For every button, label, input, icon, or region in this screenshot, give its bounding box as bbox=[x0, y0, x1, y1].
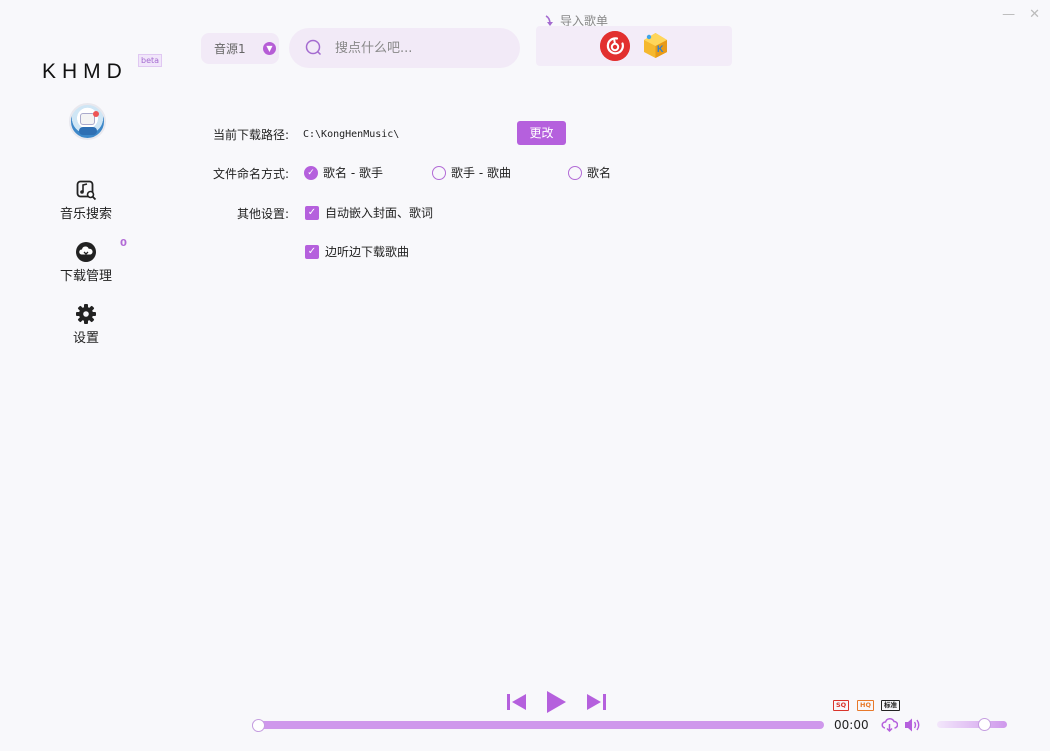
svg-text:K: K bbox=[657, 44, 664, 54]
radio-checked-icon: ✓ bbox=[304, 165, 318, 180]
volume-handle[interactable] bbox=[978, 718, 992, 731]
volume-slider[interactable] bbox=[937, 718, 1007, 731]
import-arrow-icon bbox=[545, 14, 553, 26]
progress-bar[interactable] bbox=[252, 718, 824, 732]
gear-icon bbox=[76, 304, 96, 324]
checkbox-label: 边听边下载歌曲 bbox=[325, 245, 410, 259]
checkbox-checked-icon: ✓ bbox=[305, 205, 319, 220]
radio-unchecked-icon bbox=[568, 165, 582, 180]
source-select[interactable]: 音源1 ▼ bbox=[201, 33, 279, 64]
avatar-art bbox=[79, 127, 97, 135]
naming-label: 文件命名方式: bbox=[212, 167, 289, 181]
naming-row: 文件命名方式: bbox=[210, 165, 289, 182]
quality-standard-badge[interactable]: 标准 bbox=[881, 700, 900, 711]
naming-option-label: 歌名 bbox=[587, 166, 612, 180]
previous-track-icon[interactable] bbox=[507, 693, 526, 711]
sidebar-item-label: 设置 bbox=[72, 331, 99, 346]
embed-cover-lyrics-checkbox[interactable]: ✓ 自动嵌入封面、歌词 bbox=[305, 204, 433, 221]
sidebar-item-label: 下载管理 bbox=[59, 269, 112, 284]
version-badge: beta bbox=[138, 54, 163, 67]
source-select-value: 音源1 bbox=[214, 42, 246, 56]
other-settings-row: 其他设置: bbox=[210, 205, 289, 222]
avatar-art bbox=[93, 111, 99, 117]
download-cloud-icon[interactable] bbox=[881, 717, 898, 733]
progress-handle[interactable] bbox=[252, 718, 265, 732]
checkbox-checked-icon: ✓ bbox=[305, 244, 319, 259]
download-count-badge: 0 bbox=[120, 238, 127, 249]
naming-option-0[interactable]: ✓ 歌名 - 歌手 bbox=[304, 164, 383, 181]
download-while-listening-checkbox[interactable]: ✓ 边听边下载歌曲 bbox=[305, 243, 409, 260]
minimize-button[interactable]: — bbox=[1002, 8, 1015, 22]
next-track-icon[interactable] bbox=[587, 693, 606, 711]
kugou-icon[interactable]: K bbox=[642, 32, 669, 59]
naming-option-1[interactable]: 歌手 - 歌曲 bbox=[432, 164, 511, 181]
change-path-button[interactable]: 更改 bbox=[517, 121, 566, 145]
download-cloud-icon bbox=[76, 242, 96, 262]
search-input[interactable] bbox=[335, 40, 505, 56]
close-button[interactable]: ✕ bbox=[1029, 8, 1040, 22]
playback-time: 00:00 bbox=[834, 718, 869, 732]
naming-option-label: 歌名 - 歌手 bbox=[323, 166, 383, 180]
netease-cloud-music-icon[interactable] bbox=[600, 31, 630, 61]
import-platforms-panel bbox=[536, 26, 732, 66]
sidebar-item-music-search[interactable]: 音乐搜索 bbox=[46, 179, 126, 222]
sidebar-item-label: 音乐搜索 bbox=[59, 207, 112, 222]
download-path-value: C:\KongHenMusic\ bbox=[303, 129, 400, 140]
music-search-icon bbox=[76, 180, 97, 201]
search-icon[interactable] bbox=[305, 39, 323, 57]
chevron-down-icon: ▼ bbox=[263, 42, 276, 55]
avatar[interactable] bbox=[69, 103, 106, 140]
download-path-row: 当前下载路径: C:\KongHenMusic\ bbox=[210, 126, 503, 143]
window-controls: — ✕ bbox=[1002, 8, 1040, 22]
play-icon[interactable] bbox=[546, 690, 567, 714]
naming-option-label: 歌手 - 歌曲 bbox=[451, 166, 511, 180]
download-path-label: 当前下载路径: bbox=[212, 128, 289, 142]
other-settings-label: 其他设置: bbox=[236, 207, 289, 221]
volume-icon[interactable] bbox=[904, 717, 922, 733]
quality-hq-badge[interactable]: HQ bbox=[857, 700, 874, 711]
search-bar bbox=[289, 28, 520, 68]
sidebar-item-settings[interactable]: 设置 bbox=[46, 303, 126, 346]
radio-unchecked-icon bbox=[432, 165, 446, 180]
naming-option-2[interactable]: 歌名 bbox=[568, 164, 611, 181]
checkbox-label: 自动嵌入封面、歌词 bbox=[325, 206, 434, 220]
sidebar-item-download-manager[interactable]: 下载管理 bbox=[46, 241, 126, 284]
quality-sq-badge[interactable]: SQ bbox=[833, 700, 850, 711]
app-logo: KHMD bbox=[42, 60, 128, 83]
